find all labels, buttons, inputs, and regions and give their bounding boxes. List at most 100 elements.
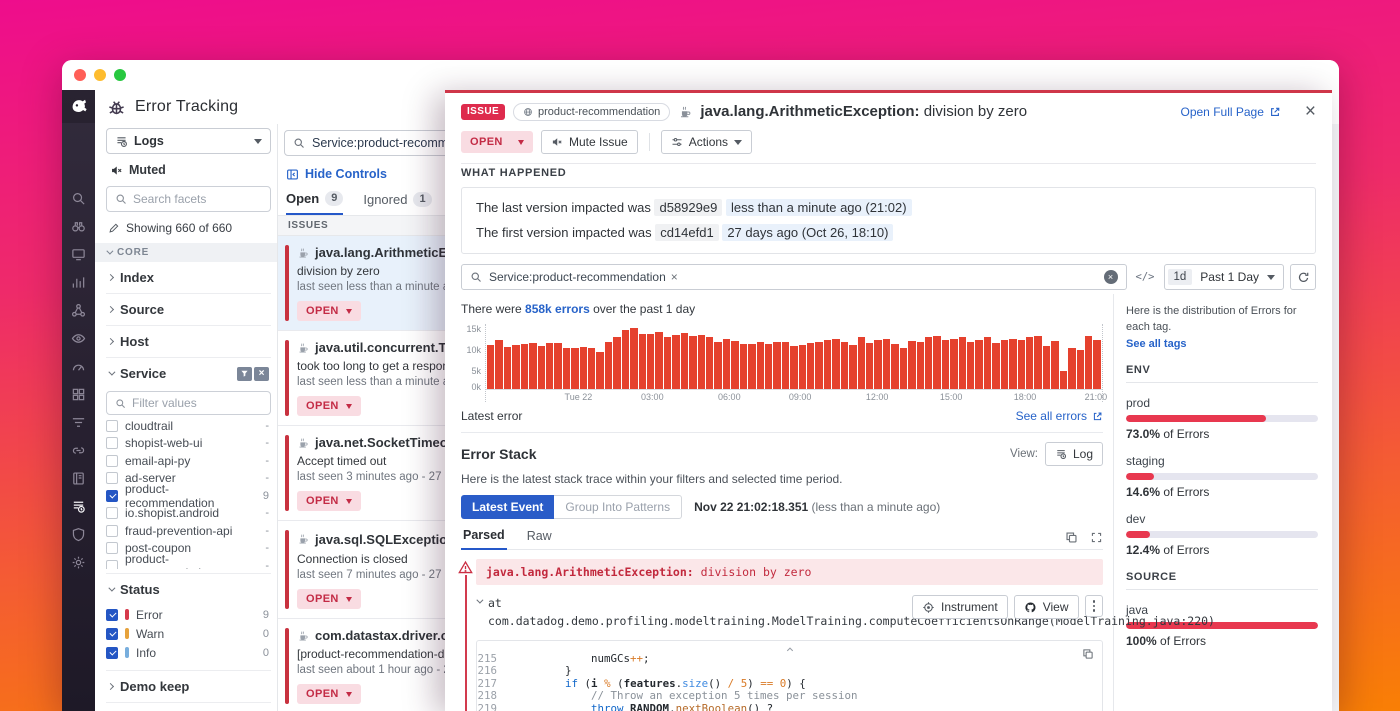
checkbox[interactable] xyxy=(106,490,118,502)
service-clear-filter-button[interactable]: × xyxy=(254,367,269,381)
service-filter-values-input[interactable]: Filter values xyxy=(106,391,271,415)
issue-status-dropdown[interactable]: OPEN xyxy=(297,301,361,321)
tag-distribution-prod[interactable]: prod73.0% of Errors xyxy=(1126,396,1318,441)
version-hash[interactable]: d58929e9 xyxy=(654,199,722,216)
facet-env[interactable]: Env xyxy=(106,703,271,711)
view-log-button[interactable]: Log xyxy=(1045,442,1103,466)
tab-ignored[interactable]: Ignored1 xyxy=(363,192,431,214)
facet-host[interactable]: Host xyxy=(106,326,271,358)
checkbox[interactable] xyxy=(106,560,118,569)
issue-status-dropdown[interactable]: OPEN xyxy=(297,396,361,416)
actions-button[interactable]: Actions xyxy=(661,130,752,154)
screenboard-icon[interactable] xyxy=(71,247,86,262)
facet-index[interactable]: Index xyxy=(106,262,271,294)
logs-icon[interactable] xyxy=(71,499,86,514)
chart-plot-area[interactable]: Tue 2203:0006:0009:0012:0015:0018:0021:0… xyxy=(485,324,1103,402)
see-all-tags-link[interactable]: See all tags xyxy=(1126,338,1318,350)
search-icon[interactable] xyxy=(71,191,86,206)
watchdog-icon[interactable] xyxy=(71,219,86,234)
facet-source[interactable]: Source xyxy=(106,294,271,326)
refresh-button[interactable] xyxy=(1290,264,1316,290)
expand-icon[interactable] xyxy=(1090,531,1103,544)
service-option-fraud-prevention-api[interactable]: fraud-prevention-api- xyxy=(106,522,271,540)
search-filter-chip[interactable]: Service:product-recommendation× xyxy=(489,270,678,284)
issue-status-dropdown[interactable]: OPEN xyxy=(297,589,361,609)
integrations-icon[interactable] xyxy=(71,443,86,458)
clear-search-icon[interactable]: × xyxy=(1104,270,1118,284)
tag-distribution-staging[interactable]: staging14.6% of Errors xyxy=(1126,454,1318,499)
search-facets-input[interactable]: Search facets xyxy=(106,186,271,212)
checkbox[interactable] xyxy=(106,507,118,519)
notebooks-icon[interactable] xyxy=(71,471,86,486)
issue-status-dropdown[interactable]: OPEN xyxy=(297,684,361,704)
frame-location[interactable]: at com.datadog.demo.profiling.modeltrain… xyxy=(488,595,1215,630)
minimize-window-button[interactable] xyxy=(94,69,106,81)
page-title: Error Tracking xyxy=(135,98,238,116)
checkbox[interactable] xyxy=(106,472,118,484)
checkbox[interactable] xyxy=(106,420,118,432)
status-option-warn[interactable]: Warn0 xyxy=(106,624,271,643)
status-option-error[interactable]: Error9 xyxy=(106,605,271,624)
copy-icon[interactable] xyxy=(1065,531,1078,544)
service-option-email-api-py[interactable]: email-api-py- xyxy=(106,452,271,470)
dashboards-icon[interactable] xyxy=(71,359,86,374)
chart-bar xyxy=(967,342,974,391)
checkbox[interactable] xyxy=(106,647,118,659)
checkbox[interactable] xyxy=(106,525,118,537)
chart-bar xyxy=(605,342,612,390)
service-option-cloudtrail[interactable]: cloudtrail- xyxy=(106,417,271,435)
version-hash[interactable]: cd14efd1 xyxy=(655,224,719,241)
see-all-errors-link[interactable]: See all errors xyxy=(1016,409,1103,423)
mute-issue-button[interactable]: Mute Issue xyxy=(541,130,638,154)
view-source-button[interactable]: View xyxy=(1014,595,1079,619)
facet-group-core[interactable]: CORE xyxy=(95,243,277,262)
checkbox[interactable] xyxy=(106,609,118,621)
frame-more-menu[interactable] xyxy=(1085,595,1104,617)
tab-raw[interactable]: Raw xyxy=(525,529,554,549)
source-select[interactable]: Logs xyxy=(106,128,271,154)
close-icon[interactable]: × xyxy=(1305,102,1316,121)
group-into-patterns-button[interactable]: Group Into Patterns xyxy=(554,495,682,519)
security-icon[interactable] xyxy=(71,527,86,542)
checkbox[interactable] xyxy=(106,628,118,640)
checkbox[interactable] xyxy=(106,542,118,554)
facet-service[interactable]: Service × xyxy=(106,358,271,389)
issue-status-dropdown[interactable]: OPEN xyxy=(297,491,361,511)
metrics-icon[interactable] xyxy=(71,275,86,290)
apm-icon[interactable] xyxy=(71,331,86,346)
muted-toggle[interactable]: Muted xyxy=(110,163,271,177)
service-option-shopist-web-ui[interactable]: shopist-web-ui- xyxy=(106,435,271,453)
query-syntax-toggle[interactable]: </> xyxy=(1136,271,1155,283)
remove-filter-icon[interactable]: × xyxy=(671,270,678,284)
tab-parsed[interactable]: Parsed xyxy=(461,528,507,550)
instrument-button[interactable]: Instrument xyxy=(912,595,1008,619)
copy-code-icon[interactable] xyxy=(1082,648,1094,660)
facet-status[interactable]: Status xyxy=(106,573,271,605)
infrastructure-icon[interactable] xyxy=(71,387,86,402)
latest-event-button[interactable]: Latest Event xyxy=(461,495,554,519)
settings-icon[interactable] xyxy=(71,555,86,570)
chart-bar xyxy=(782,342,789,390)
datadog-logo[interactable] xyxy=(62,90,95,123)
chevron-down-icon[interactable] xyxy=(476,597,483,604)
log-pipelines-icon[interactable] xyxy=(71,415,86,430)
time-range-select[interactable]: 1d Past 1 Day xyxy=(1164,264,1285,290)
zoom-window-button[interactable] xyxy=(114,69,126,81)
status-option-info[interactable]: Info0 xyxy=(106,643,271,662)
close-window-button[interactable] xyxy=(74,69,86,81)
service-tag-pill[interactable]: product-recommendation xyxy=(513,103,670,121)
facet-demo-keep[interactable]: Demo keep xyxy=(106,670,271,703)
checkbox[interactable] xyxy=(106,455,118,467)
tab-open[interactable]: Open9 xyxy=(286,191,343,215)
error-count-link[interactable]: 858k errors xyxy=(525,302,590,316)
open-full-page-link[interactable]: Open Full Page xyxy=(1181,105,1281,119)
checkbox[interactable] xyxy=(106,437,118,449)
tag-distribution-dev[interactable]: dev12.4% of Errors xyxy=(1126,512,1318,557)
service-filter-button[interactable] xyxy=(237,367,252,381)
issue-status-select[interactable]: OPEN xyxy=(461,131,533,153)
collapse-code-icon[interactable] xyxy=(784,642,795,660)
network-map-icon[interactable] xyxy=(71,303,86,318)
modal-search-input[interactable]: Service:product-recommendation× × xyxy=(461,264,1127,290)
service-option-product-recommendation[interactable]: product-recommendation- xyxy=(106,557,271,569)
service-option-product-recommendation[interactable]: product-recommendation9 xyxy=(106,487,271,505)
